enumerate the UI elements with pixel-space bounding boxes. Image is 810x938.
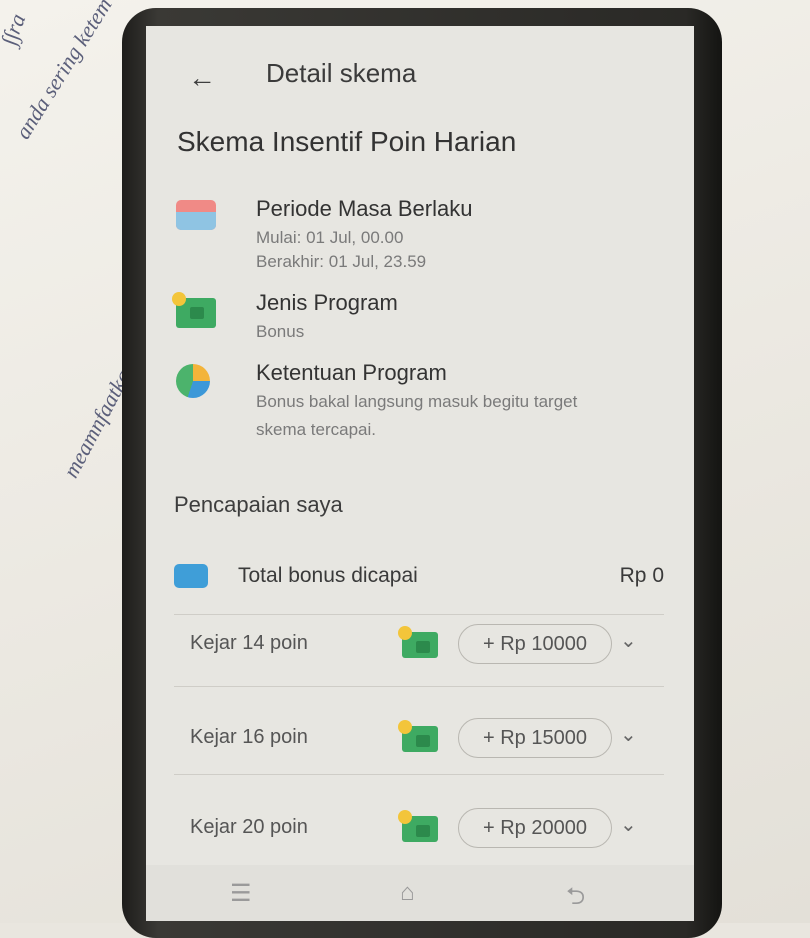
info-label: Jenis Program	[256, 290, 398, 315]
target-row[interactable]: Kejar 16 poin + Rp 15000 ⌄	[190, 716, 660, 760]
target-label: Kejar 16 poin	[190, 726, 308, 748]
chevron-down-icon[interactable]: ⌄	[620, 812, 637, 837]
total-bonus-value: Rp 0	[619, 564, 664, 587]
reward-pill: + Rp 20000	[458, 808, 612, 848]
cash-icon	[398, 720, 438, 752]
arrow-left-icon[interactable]: ←	[188, 62, 216, 94]
divider	[174, 774, 664, 775]
cash-icon	[398, 810, 438, 842]
chevron-down-icon[interactable]: ⌄	[620, 722, 637, 747]
target-label: Kejar 20 poin	[190, 816, 308, 838]
info-label: Ketentuan Program	[256, 360, 447, 385]
target-row[interactable]: Kejar 14 poin + Rp 10000 ⌄	[190, 622, 660, 666]
divider	[174, 614, 664, 615]
scheme-title: Skema Insentif Poin Harian	[177, 126, 517, 157]
home-icon[interactable]: ⌂	[400, 879, 415, 907]
info-line: Bonus bakal langsung masuk begitu target	[256, 392, 578, 411]
phone-screen: ← Detail skema Skema Insentif Poin Haria…	[146, 26, 694, 921]
cash-icon	[398, 626, 438, 658]
reward-pill: + Rp 15000	[458, 718, 612, 758]
calendar-icon	[176, 200, 216, 230]
reward-pill: + Rp 10000	[458, 624, 612, 664]
rules-icon	[176, 364, 210, 398]
page-title: Detail skema	[266, 58, 417, 88]
info-label: Periode Masa Berlaku	[256, 196, 473, 221]
total-bonus-label: Total bonus dicapai	[238, 564, 418, 587]
divider	[174, 686, 664, 687]
system-nav-bar: ☰ ⌂ ⮌	[146, 865, 694, 921]
info-program-type: Jenis Program Bonus	[172, 290, 676, 350]
app-bar: ← Detail skema	[146, 26, 694, 118]
info-end: Berakhir: 01 Jul, 23.59	[256, 252, 427, 271]
info-value: Bonus	[256, 322, 305, 341]
wallet-icon	[174, 564, 208, 588]
chevron-down-icon[interactable]: ⌄	[620, 628, 637, 653]
info-start: Mulai: 01 Jul, 00.00	[256, 228, 404, 247]
menu-icon[interactable]: ☰	[230, 879, 252, 908]
total-bonus-row: Total bonus dicapai Rp 0	[174, 558, 664, 598]
back-nav-icon[interactable]: ⮌	[566, 879, 585, 920]
info-rules: Ketentuan Program Bonus bakal langsung m…	[176, 360, 676, 440]
target-row[interactable]: Kejar 20 poin + Rp 20000 ⌄	[190, 806, 660, 850]
achievement-title: Pencapaian saya	[174, 492, 343, 517]
cash-icon	[172, 292, 216, 328]
info-line: skema tercapai.	[256, 420, 376, 439]
info-period: Periode Masa Berlaku Mulai: 01 Jul, 00.0…	[176, 196, 676, 276]
target-label: Kejar 14 poin	[190, 632, 308, 654]
